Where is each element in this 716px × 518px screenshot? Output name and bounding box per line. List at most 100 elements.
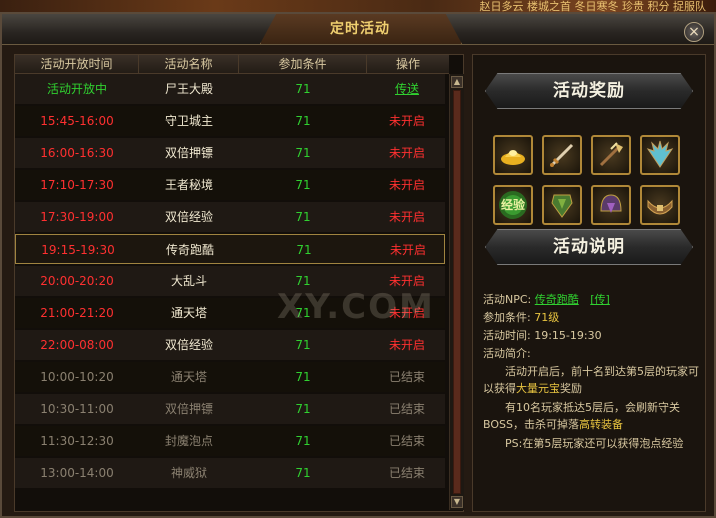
row-requirement: 71 [295,274,311,288]
row-status: 已结束 [388,402,425,416]
table-header: 活动开放时间 活动名称 参加条件 操作 [15,55,449,74]
time-line: 活动时间: 19:15-19:30 [483,327,703,345]
requirement-value: 71级 [534,311,560,324]
reward-item-slot[interactable] [542,185,582,225]
intro-paragraph-1: 活动开启后，前十名到达第5层的玩家可以获得大量元宝奖励 [483,363,699,397]
row-status: 已结束 [388,434,425,448]
time-label: 活动时间: [483,329,531,342]
row-time: 13:00-14:00 [40,466,114,480]
row-name: 神威狱 [170,466,207,480]
table-row[interactable]: 13:00-14:00 神威狱 71 已结束 [15,458,445,488]
npc-teleport-link[interactable]: [传] [590,293,610,306]
row-status: 未开启 [388,210,425,224]
row-time: 活动开放中 [46,82,107,96]
table-row[interactable]: 活动开放中 尸王大殿 71 传送 [15,74,445,104]
row-requirement: 71 [295,114,311,128]
teleport-button[interactable]: 传送 [367,74,447,104]
intro-2b: 高转装备 [578,418,623,431]
header-name: 活动名称 [139,55,239,73]
row-status: 未开启 [389,243,426,257]
reward-item-slot[interactable] [493,135,533,175]
row-time: 10:30-11:00 [40,402,114,416]
row-status: 未开启 [388,306,425,320]
row-name: 封魔泡点 [164,434,213,448]
row-requirement: 71 [295,370,311,384]
row-time: 16:00-16:30 [40,146,114,160]
table-row[interactable]: 21:00-21:20 通天塔 71 未开启 [15,298,445,328]
title-bar: 定时活动 × [2,14,714,45]
row-name: 双倍押镖 [164,402,213,416]
intro-paragraph-2: 有10名玩家抵达5层后，会刷新守关BOSS，击杀可掉落高转装备 [483,399,699,433]
row-name: 尸王大殿 [164,82,213,96]
requirement-line: 参加条件: 71级 [483,309,703,327]
row-time: 17:30-19:00 [40,210,114,224]
table-row[interactable]: 10:30-11:00 双倍押镖 71 已结束 [15,394,445,424]
row-requirement: 71 [295,210,311,224]
intro-1c: 奖励 [560,382,582,395]
intro-label-text: 活动简介: [483,347,531,360]
row-name: 通天塔 [170,306,207,320]
scroll-thumb[interactable] [453,90,461,494]
row-time: 19:15-19:30 [41,243,115,257]
row-status: 未开启 [388,114,425,128]
scroll-up-icon[interactable]: ▲ [451,76,463,88]
reward-item-slot[interactable] [591,135,631,175]
table-row[interactable]: 19:15-19:30 传奇跑酷 71 未开启 [15,234,445,264]
row-time: 11:30-12:30 [40,434,114,448]
intro-label: 活动简介: [483,345,703,363]
row-name: 王者秘境 [164,178,213,192]
row-name: 双倍经验 [164,338,213,352]
reward-item-slot[interactable] [591,185,631,225]
reward-item-label: 经验 [500,198,525,212]
row-name: 通天塔 [170,370,207,384]
time-value: 19:15-19:30 [534,329,602,342]
row-name: 双倍经验 [164,210,213,224]
reward-item-slot[interactable]: 经验 [493,185,533,225]
table-row[interactable]: 17:10-17:30 王者秘境 71 未开启 [15,170,445,200]
row-status: 已结束 [388,370,425,384]
row-status: 已结束 [388,466,425,480]
table-row[interactable]: 10:00-10:20 通天塔 71 已结束 [15,362,445,392]
row-requirement: 71 [296,243,312,257]
row-requirement: 71 [295,146,311,160]
reward-item-slot[interactable] [640,185,680,225]
table-row[interactable]: 17:30-19:00 双倍经验 71 未开启 [15,202,445,232]
row-time: 20:00-20:20 [40,274,114,288]
npc-label: 活动NPC: [483,293,532,306]
requirement-label: 参加条件: [483,311,531,324]
row-name: 守卫城主 [164,114,213,128]
row-name: 传奇跑酷 [165,243,214,257]
row-name: 大乱斗 [170,274,207,288]
row-status: 未开启 [388,274,425,288]
row-status: 未开启 [388,146,425,160]
details-title: 活动说明 [553,237,625,257]
intro-1b: 大量元宝 [516,382,560,395]
activity-detail-panel: 活动奖励 经验 活动说明 活动NPC: 传奇跑酷 [传] 参加条件: 71级 活… [472,54,706,512]
header-requirement: 参加条件 [239,55,367,73]
npc-name-link[interactable]: 传奇跑酷 [535,293,579,306]
header-time: 活动开放时间 [15,55,139,73]
table-row[interactable]: 11:30-12:30 封魔泡点 71 已结束 [15,426,445,456]
row-requirement: 71 [295,402,311,416]
table-row[interactable]: 22:00-08:00 双倍经验 71 未开启 [15,330,445,360]
header-operation: 操作 [395,57,420,71]
rewards-title: 活动奖励 [553,81,625,101]
row-status: 未开启 [388,338,425,352]
table-row[interactable]: 16:00-16:30 双倍押镖 71 未开启 [15,138,445,168]
close-button[interactable]: × [684,22,704,42]
reward-item-slot[interactable] [542,135,582,175]
table-scrollbar[interactable]: ▲ ▼ [449,74,464,510]
row-requirement: 71 [295,178,311,192]
row-status: 未开启 [388,178,425,192]
row-requirement: 71 [295,434,311,448]
table-row[interactable]: 15:45-16:00 守卫城主 71 未开启 [15,106,445,136]
row-requirement: 71 [295,82,311,96]
reward-item-slot[interactable] [640,135,680,175]
row-requirement: 71 [295,306,311,320]
row-requirement: 71 [295,466,311,480]
row-name: 双倍押镖 [164,146,213,160]
row-requirement: 71 [295,338,311,352]
row-time: 22:00-08:00 [40,338,114,352]
table-row[interactable]: 20:00-20:20 大乱斗 71 未开启 [15,266,445,296]
scroll-down-icon[interactable]: ▼ [451,496,463,508]
